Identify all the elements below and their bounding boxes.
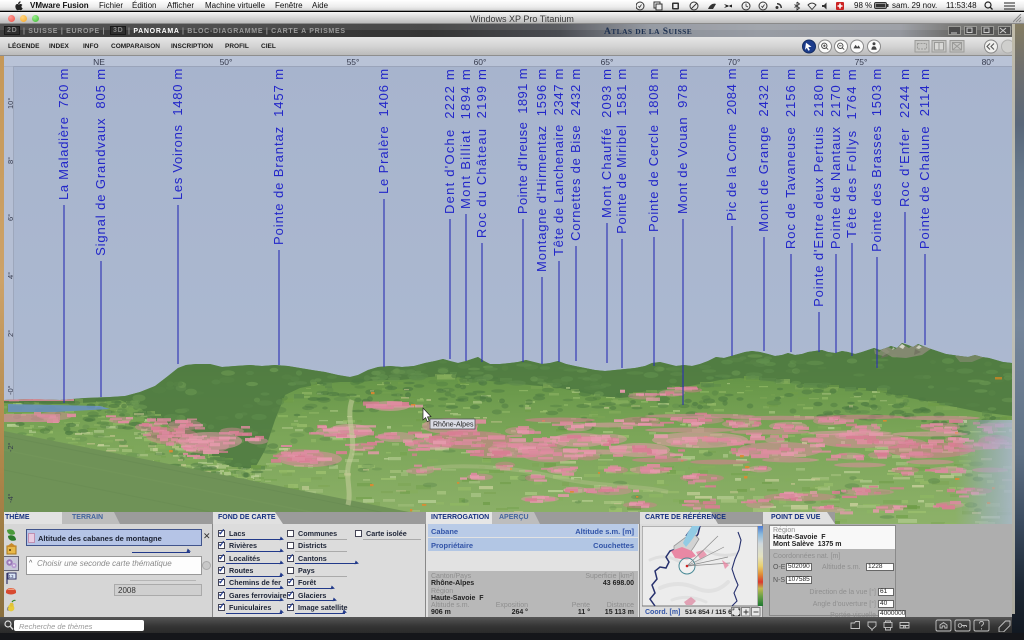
svg-text:13: 13 (9, 574, 15, 579)
svg-text:Rhône-Alpes: Rhône-Alpes (433, 422, 474, 429)
